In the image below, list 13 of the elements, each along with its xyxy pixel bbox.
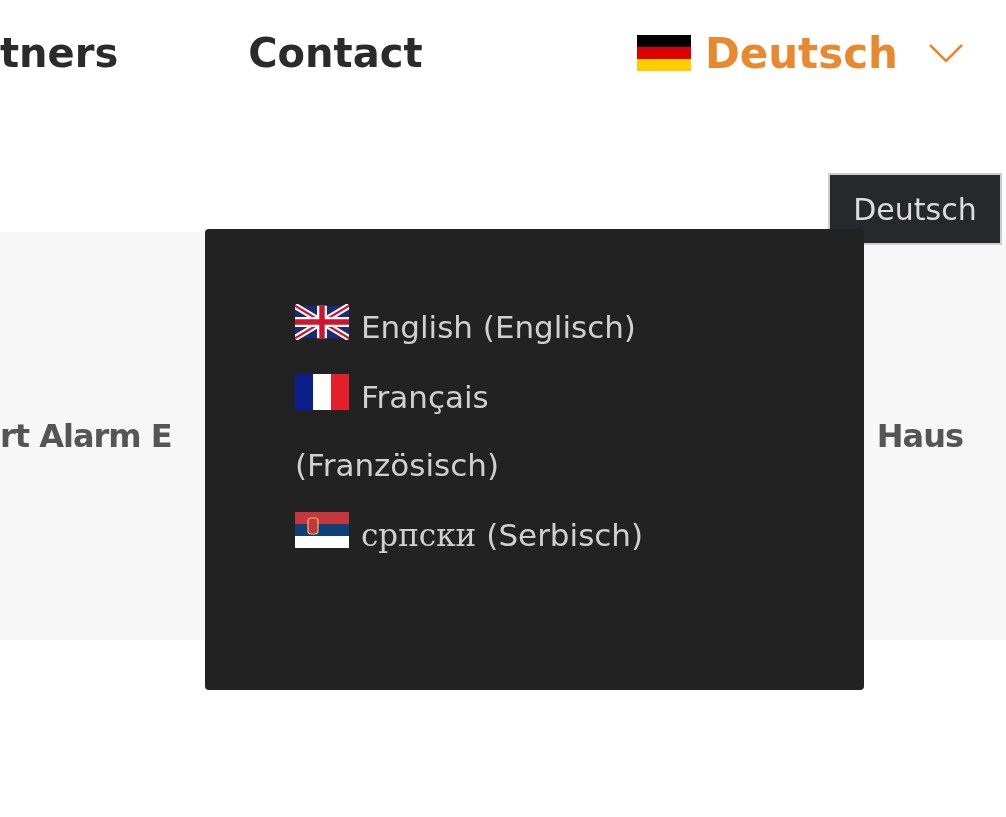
language-option[interactable]: српски (Serbisch) [295, 501, 695, 569]
language-option[interactable]: Français (Französisch) [295, 363, 695, 499]
language-option[interactable]: English (Englisch) [295, 293, 695, 361]
nav-link[interactable]: Contact [248, 30, 423, 76]
flag-icon [295, 512, 349, 548]
flag-icon [295, 374, 349, 410]
tooltip: Deutsch [828, 173, 1002, 245]
flag-icon [295, 304, 349, 340]
heading-text: rt Alarm E [0, 417, 172, 455]
nav-link[interactable]: tners [0, 30, 119, 76]
language-label: Deutsch [704, 28, 898, 78]
flag-icon [636, 35, 691, 71]
heading-text: Haus [876, 417, 963, 455]
